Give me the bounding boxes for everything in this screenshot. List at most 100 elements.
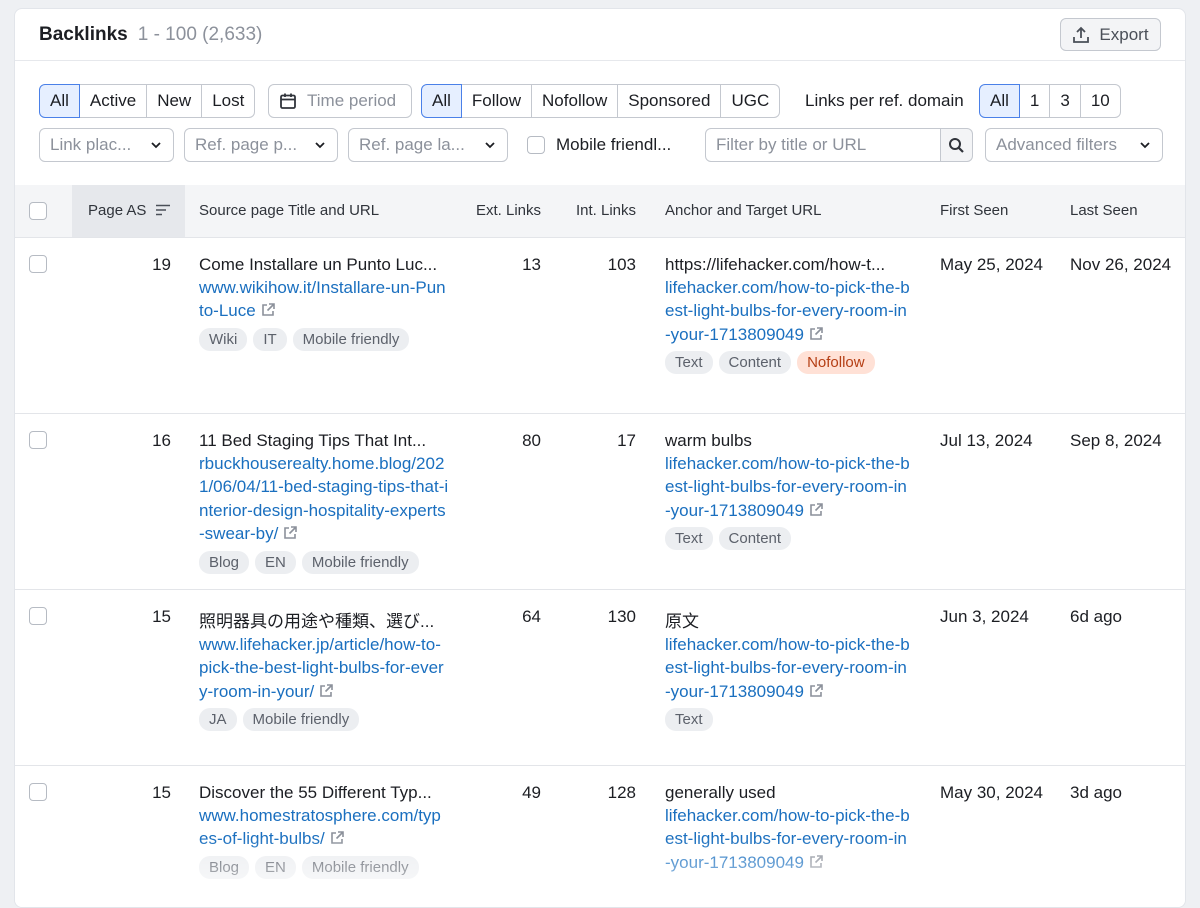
table-row: 15 照明器具の用途や種類、選び... www.lifehacker.jp/ar… bbox=[15, 589, 1185, 765]
chevron-down-icon bbox=[485, 142, 495, 149]
mobile-friendly-checkbox[interactable] bbox=[527, 136, 545, 154]
follow-sponsored[interactable]: Sponsored bbox=[618, 84, 722, 118]
ref-page-language-dropdown[interactable]: Ref. page la... bbox=[348, 128, 508, 162]
follow-segment: All Follow Nofollow Sponsored UGC bbox=[421, 84, 781, 118]
lprd-all[interactable]: All bbox=[979, 84, 1020, 118]
source-cell: 照明器具の用途や種類、選び... www.lifehacker.jp/artic… bbox=[199, 589, 461, 765]
tag-badge: Text bbox=[665, 527, 713, 550]
result-range: 1 - 100 (2,633) bbox=[137, 23, 263, 45]
row-checkbox[interactable] bbox=[29, 430, 47, 449]
source-title: Discover the 55 Different Typ... bbox=[199, 782, 432, 802]
target-url[interactable]: lifehacker.com/how-to-pick-the-best-ligh… bbox=[665, 452, 910, 523]
source-url[interactable]: www.lifehacker.jp/article/how-to-pick-th… bbox=[199, 633, 449, 704]
col-page-as[interactable]: Page AS bbox=[72, 185, 185, 237]
page-as-value: 19 bbox=[152, 254, 171, 274]
link-placement-label: Link plac... bbox=[50, 135, 132, 154]
search-input[interactable]: Filter by title or URL bbox=[705, 128, 941, 162]
follow-all[interactable]: All bbox=[421, 84, 462, 118]
select-all-cell bbox=[15, 185, 72, 237]
source-url[interactable]: www.wikihow.it/Installare-un-Punto-Luce bbox=[199, 276, 449, 323]
time-period-button[interactable]: Time period bbox=[268, 84, 412, 118]
first-seen-value: May 25, 2024 bbox=[940, 254, 1044, 274]
external-link-icon[interactable] bbox=[808, 854, 824, 870]
ref-page-p-dropdown[interactable]: Ref. page p... bbox=[184, 128, 338, 162]
page-title: Backlinks bbox=[39, 23, 128, 45]
follow-follow[interactable]: Follow bbox=[461, 84, 533, 118]
select-all-checkbox[interactable] bbox=[29, 201, 47, 220]
external-link-icon[interactable] bbox=[808, 683, 824, 699]
lprd-1[interactable]: 1 bbox=[1019, 84, 1051, 118]
anchor-tags: Text Content Nofollow bbox=[665, 351, 925, 374]
tag-badge: Blog bbox=[199, 855, 250, 879]
lprd-3[interactable]: 3 bbox=[1050, 84, 1081, 118]
col-source[interactable]: Source page Title and URL bbox=[199, 185, 461, 237]
last-seen-value: Sep 8, 2024 bbox=[1070, 430, 1162, 450]
link-placement-dropdown[interactable]: Link plac... bbox=[39, 128, 174, 162]
anchor-text: https://lifehacker.com/how-t... bbox=[665, 254, 886, 274]
anchor-cell: https://lifehacker.com/how-t... lifehack… bbox=[665, 237, 925, 413]
int-links-value: 128 bbox=[607, 782, 636, 802]
search-button[interactable] bbox=[941, 128, 973, 162]
row-checkbox[interactable] bbox=[29, 254, 47, 273]
links-per-domain-label: Links per ref. domain bbox=[805, 91, 964, 110]
search-icon bbox=[949, 137, 964, 153]
table-row: 15 Discover the 55 Different Typ... www.… bbox=[15, 765, 1185, 907]
col-int-links[interactable]: Int. Links bbox=[541, 185, 636, 237]
table-row: 16 11 Bed Staging Tips That Int... rbuck… bbox=[15, 413, 1185, 589]
ext-links-value: 13 bbox=[522, 254, 541, 274]
tag-badge: Text bbox=[665, 351, 713, 374]
lprd-10[interactable]: 10 bbox=[1080, 84, 1121, 118]
status-active[interactable]: Active bbox=[79, 84, 148, 118]
export-label: Export bbox=[1099, 24, 1149, 44]
external-link-icon[interactable] bbox=[808, 502, 824, 518]
anchor-cell: warm bulbs lifehacker.com/how-to-pick-th… bbox=[665, 413, 925, 589]
tag-badge: JA bbox=[199, 708, 237, 731]
target-url[interactable]: lifehacker.com/how-to-pick-the-best-ligh… bbox=[665, 804, 910, 875]
follow-nofollow[interactable]: Nofollow bbox=[532, 84, 619, 118]
row-checkbox[interactable] bbox=[29, 606, 47, 625]
ext-links-value: 49 bbox=[522, 782, 541, 802]
advanced-filters-dropdown[interactable]: Advanced filters bbox=[985, 128, 1163, 162]
mobile-friendly-filter[interactable]: Mobile friendl... bbox=[527, 128, 671, 162]
last-seen-value: Nov 26, 2024 bbox=[1070, 254, 1172, 274]
external-link-icon[interactable] bbox=[318, 683, 334, 699]
col-ext-links[interactable]: Ext. Links bbox=[461, 185, 541, 237]
tag-badge: Content bbox=[718, 527, 792, 550]
chevron-down-icon bbox=[315, 142, 325, 149]
status-new[interactable]: New bbox=[147, 84, 203, 118]
tag-badge: Text bbox=[665, 708, 713, 731]
tag-badge: Mobile friendly bbox=[301, 550, 419, 574]
chevron-down-icon bbox=[1140, 142, 1150, 149]
follow-ugc[interactable]: UGC bbox=[721, 84, 781, 118]
backlinks-panel: Backlinks 1 - 100 (2,633) Export All Act… bbox=[14, 8, 1186, 908]
ext-links-value: 64 bbox=[522, 606, 541, 626]
panel-header: Backlinks 1 - 100 (2,633) Export bbox=[15, 9, 1185, 61]
page-as-value: 15 bbox=[152, 606, 171, 626]
tag-badge: Mobile friendly bbox=[242, 708, 360, 731]
col-anchor[interactable]: Anchor and Target URL bbox=[665, 185, 925, 237]
target-url[interactable]: lifehacker.com/how-to-pick-the-best-ligh… bbox=[665, 633, 910, 704]
external-link-icon[interactable] bbox=[808, 326, 824, 342]
advanced-filters-label: Advanced filters bbox=[996, 135, 1117, 154]
col-last-seen[interactable]: Last Seen bbox=[1070, 185, 1185, 237]
target-url[interactable]: lifehacker.com/how-to-pick-the-best-ligh… bbox=[665, 276, 910, 347]
anchor-text: 原文 bbox=[665, 611, 699, 631]
last-seen-value: 3d ago bbox=[1070, 782, 1122, 802]
filter-search: Filter by title or URL bbox=[705, 128, 973, 162]
export-button[interactable]: Export bbox=[1060, 18, 1161, 51]
source-url[interactable]: rbuckhouserealty.home.blog/2021/06/04/11… bbox=[199, 452, 449, 546]
int-links-value: 130 bbox=[607, 606, 636, 626]
anchor-text: generally used bbox=[665, 782, 776, 802]
row-checkbox[interactable] bbox=[29, 782, 47, 801]
external-link-icon[interactable] bbox=[260, 302, 276, 318]
int-links-value: 103 bbox=[607, 254, 636, 274]
tag-badge: Mobile friendly bbox=[301, 855, 419, 879]
col-first-seen[interactable]: First Seen bbox=[940, 185, 1070, 237]
source-tags: Blog EN Mobile friendly bbox=[199, 550, 461, 574]
external-link-icon[interactable] bbox=[329, 830, 345, 846]
source-tags: Wiki IT Mobile friendly bbox=[199, 327, 461, 351]
status-all[interactable]: All bbox=[39, 84, 80, 118]
source-url[interactable]: www.homestratosphere.com/types-of-light-… bbox=[199, 804, 449, 851]
status-lost[interactable]: Lost bbox=[202, 84, 256, 118]
external-link-icon[interactable] bbox=[282, 525, 298, 541]
